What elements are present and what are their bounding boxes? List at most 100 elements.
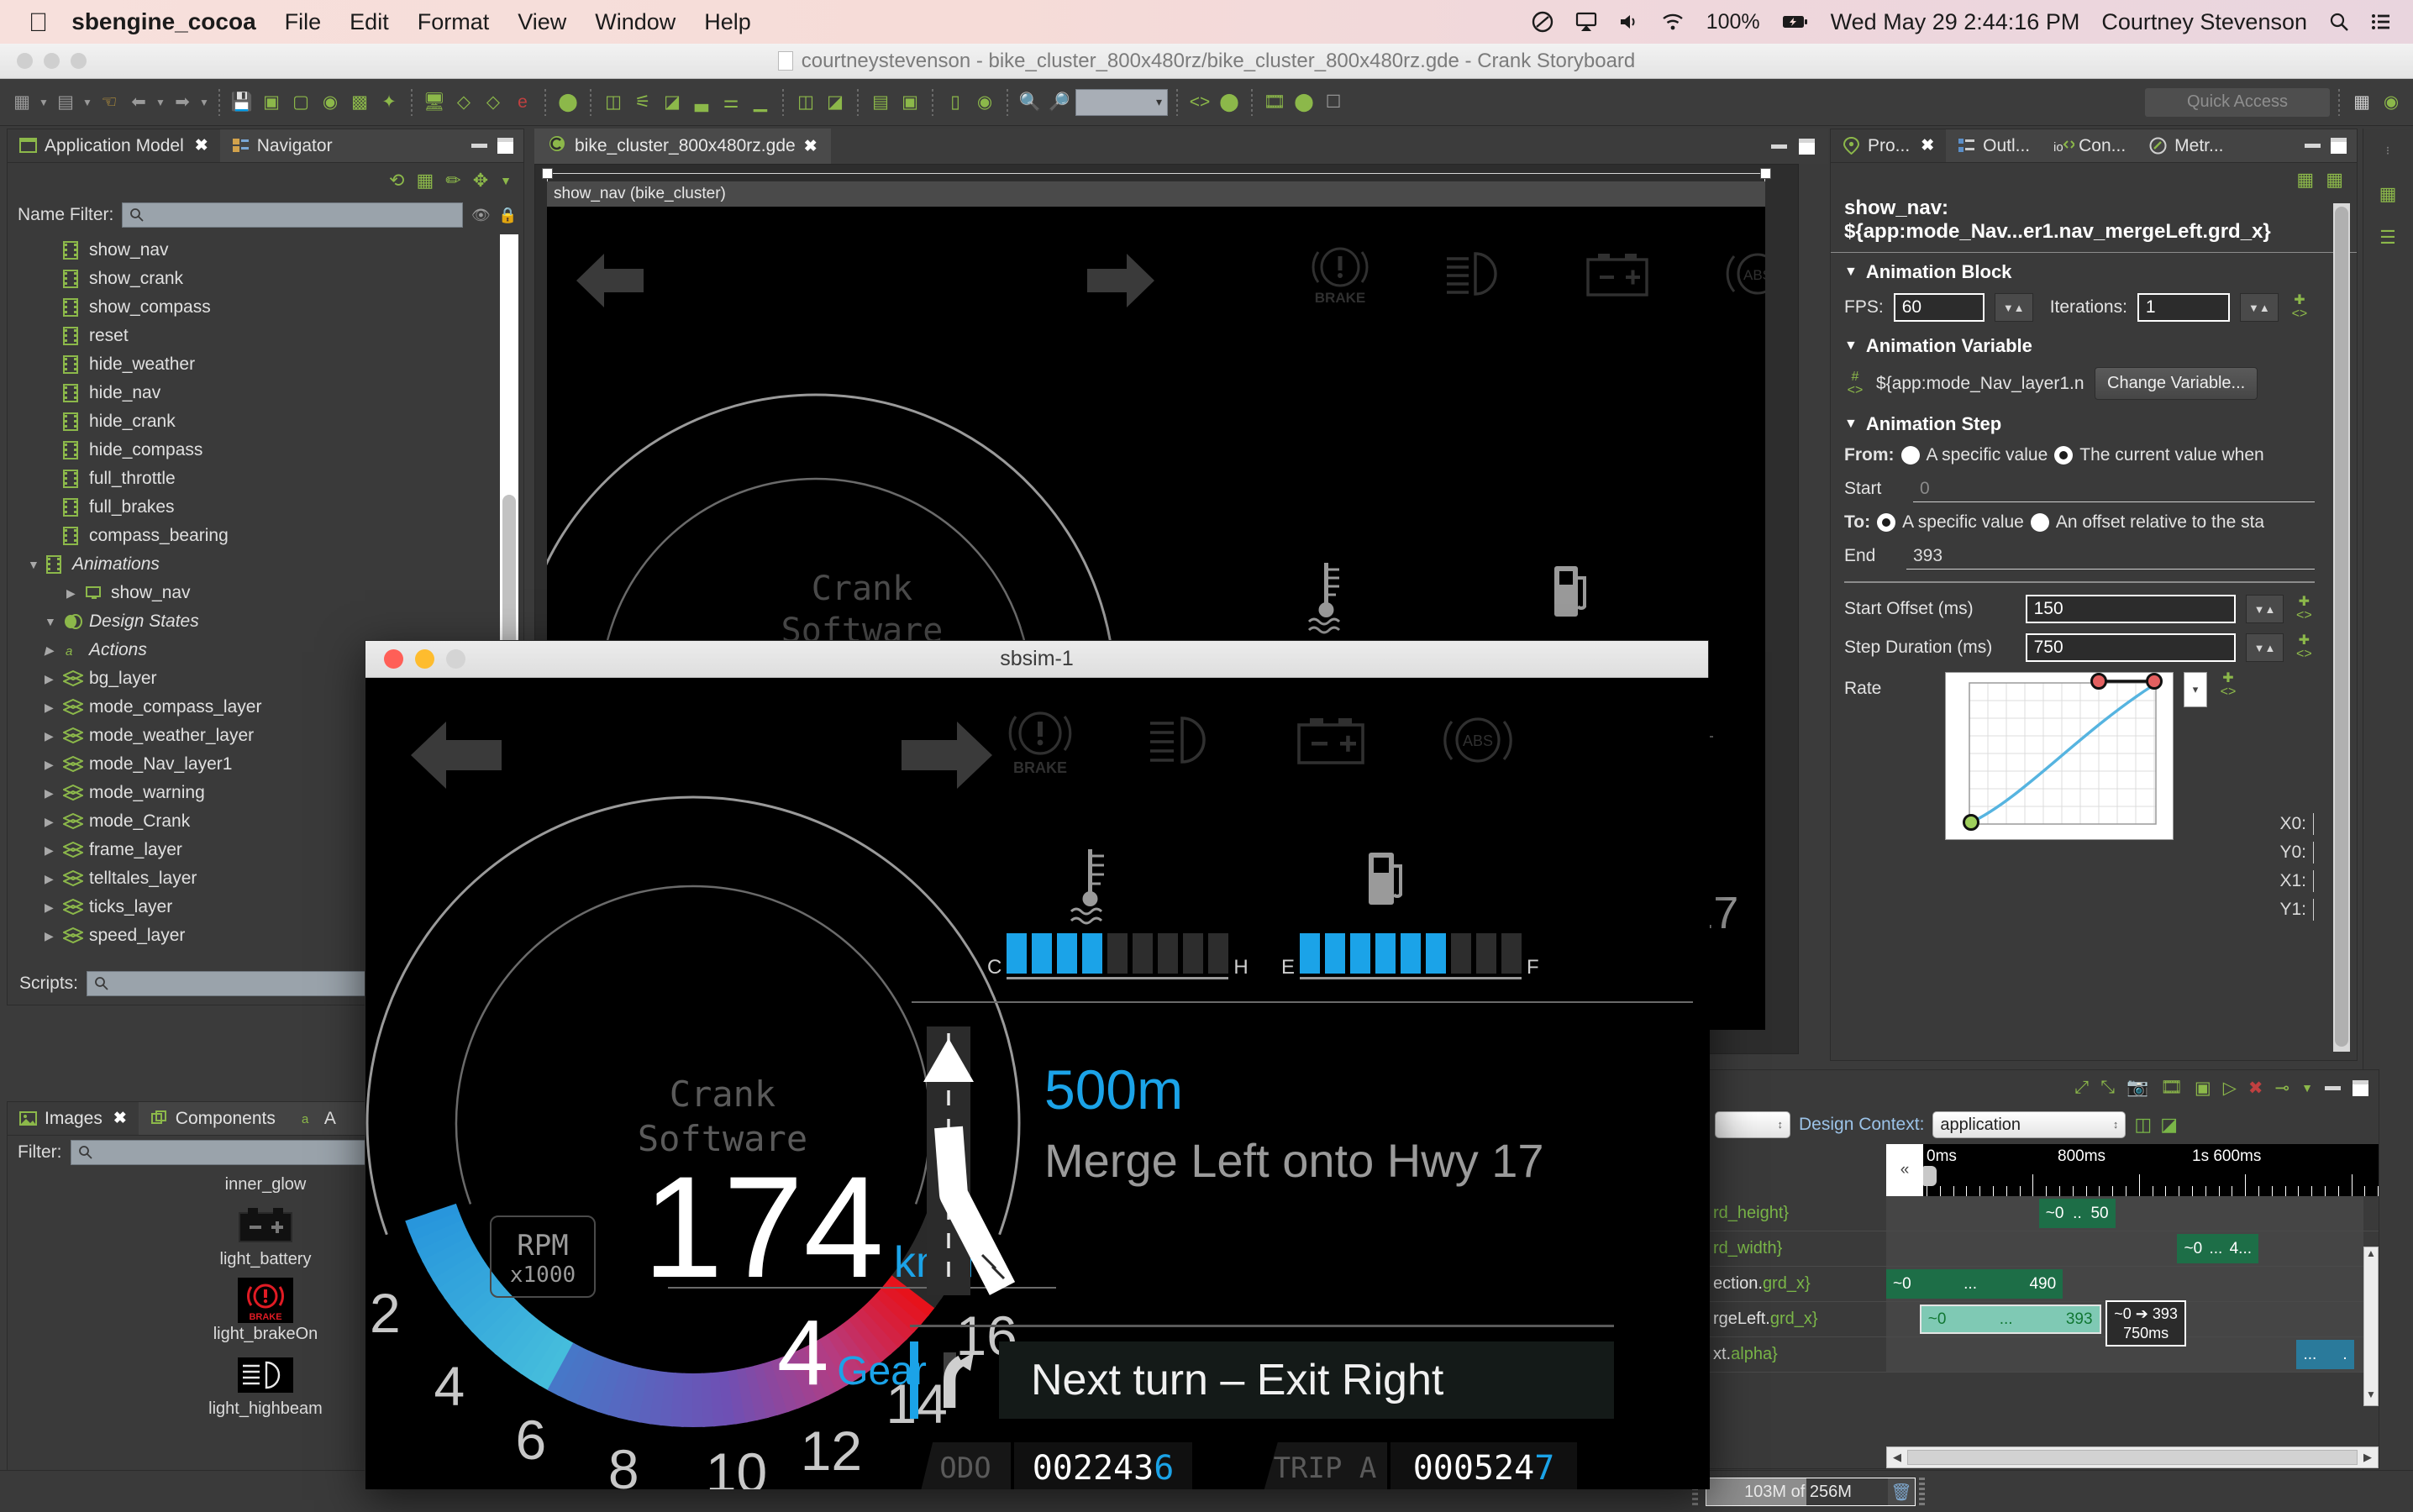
run-simulator-icon[interactable]: ⬤ bbox=[555, 87, 581, 118]
iterations-stepper[interactable]: ▼▲ bbox=[2239, 293, 2279, 322]
tab-properties[interactable]: Pro... ✖ bbox=[1831, 129, 1947, 162]
trash-icon[interactable]: 🗑 bbox=[1888, 1478, 1915, 1505]
maximize-panel-icon[interactable] bbox=[497, 138, 513, 154]
collapse-triangle-icon[interactable]: ▼ bbox=[1844, 265, 1858, 280]
distribute-vertical-icon[interactable]: ◪ bbox=[822, 87, 849, 118]
fps-stepper[interactable]: ▼▲ bbox=[1994, 293, 2033, 322]
close-icon[interactable]: ✖ bbox=[804, 137, 817, 156]
tab-actions[interactable]: a A bbox=[287, 1102, 348, 1135]
layer-icon[interactable]: ◇ bbox=[450, 87, 477, 118]
search-icon[interactable] bbox=[2329, 12, 2349, 32]
minimize-panel-icon[interactable] bbox=[2305, 144, 2321, 148]
tree-item-show_crank[interactable]: show_crank bbox=[8, 265, 523, 293]
align-top-icon[interactable]: ▃ bbox=[688, 87, 715, 118]
dropbox-icon[interactable] bbox=[1532, 11, 1553, 33]
link-selection-icon[interactable]: ▦ bbox=[416, 170, 434, 192]
forward-arrow-icon[interactable]: ➡ bbox=[169, 87, 196, 118]
link-icon[interactable]: ▦ bbox=[2296, 169, 2314, 191]
move-icon[interactable]: ✥ bbox=[473, 170, 488, 192]
keyframe-block[interactable]: ~0.. 50 bbox=[2038, 1199, 2116, 1228]
keyframe-block[interactable]: ~0... 393 bbox=[1919, 1305, 2101, 1334]
scroll-down-arrow-icon[interactable]: ▼ bbox=[2364, 1389, 2378, 1405]
keyframe-block[interactable]: ~0... 490 bbox=[1886, 1269, 2063, 1299]
tree-item-hide_nav[interactable]: hide_nav bbox=[8, 379, 523, 407]
fps-input[interactable]: 60 bbox=[1893, 293, 1985, 322]
menu-help[interactable]: Help bbox=[704, 9, 751, 35]
tree-item-hide_weather[interactable]: hide_weather bbox=[8, 350, 523, 379]
minimize-panel-icon[interactable] bbox=[471, 144, 487, 148]
align-right-icon[interactable]: ◪ bbox=[2160, 1114, 2178, 1136]
forward-dropdown-icon[interactable]: ▼ bbox=[198, 87, 210, 118]
selection-handle-topleft[interactable] bbox=[542, 168, 553, 179]
error-marker-icon[interactable]: e bbox=[509, 87, 536, 118]
align-center-icon[interactable]: ⚟ bbox=[629, 87, 656, 118]
code-circle-icon[interactable]: ⬤ bbox=[1216, 87, 1243, 118]
design-context-select[interactable]: application ↕ bbox=[1932, 1111, 2126, 1138]
distribute-horizontal-icon[interactable]: ◫ bbox=[792, 87, 819, 118]
add-variable-icon[interactable]: ▩ bbox=[346, 87, 373, 118]
open-dropdown-icon[interactable]: ▼ bbox=[81, 87, 93, 118]
disclosure-triangle-icon[interactable]: ▶ bbox=[45, 900, 63, 915]
close-icon[interactable]: ✖ bbox=[1921, 136, 1934, 155]
perspective-designer-icon[interactable]: ▦ bbox=[2348, 87, 2375, 118]
tab-gde-editor[interactable]: bike_cluster_800x480rz.gde ✖ bbox=[534, 129, 831, 164]
main-toolbar[interactable]: ▦ ▼ ▤ ▼ ☜ ⬅ ▼ ➡ ▼ 💾 ▣ ▢ ◉ ▩ ✦ 🖥 ◇ ◇ e ⬤ … bbox=[0, 79, 2413, 126]
editor-tabbar[interactable]: bike_cluster_800x480rz.gde ✖ bbox=[534, 129, 1828, 164]
quick-access-input[interactable]: Quick Access bbox=[2145, 87, 2330, 117]
menubar-app-name[interactable]: sbengine_cocoa bbox=[71, 8, 255, 35]
add-animation-icon[interactable]: 🎞 bbox=[2160, 1078, 2183, 1098]
tree-item-full_brakes[interactable]: full_brakes bbox=[8, 493, 523, 522]
disclosure-triangle-icon[interactable]: ▶ bbox=[45, 929, 63, 943]
battery-icon[interactable] bbox=[1782, 13, 1809, 30]
edit-icon[interactable]: ✏ bbox=[445, 170, 460, 192]
animation-select[interactable]: ↕ bbox=[1715, 1111, 1790, 1138]
rate-field-input[interactable] bbox=[2313, 899, 2318, 921]
scroll-right-arrow-icon[interactable]: ▶ bbox=[2358, 1451, 2378, 1464]
animation-variable-section[interactable]: ▼ Animation Variable bbox=[1831, 327, 2328, 362]
timeline-track[interactable]: ~0.. 50 bbox=[1886, 1196, 2363, 1231]
tree-item-Design States[interactable]: ▼ Design States bbox=[8, 607, 523, 636]
disclosure-triangle-icon[interactable]: ▶ bbox=[45, 701, 63, 715]
menu-file[interactable]: File bbox=[285, 9, 322, 35]
open-application-icon[interactable]: ▤ bbox=[52, 87, 79, 118]
wifi-icon[interactable] bbox=[1661, 13, 1685, 31]
step-duration-input[interactable]: 750 bbox=[2025, 633, 2237, 662]
tab-connections[interactable]: io Con... bbox=[2042, 129, 2137, 162]
rate-field-input[interactable] bbox=[2313, 813, 2318, 835]
from-current-radio[interactable] bbox=[2054, 446, 2074, 465]
properties-tabbar[interactable]: Pro... ✖ Outl... io Con... Metr... bbox=[1831, 129, 2357, 163]
rate-curve-editor[interactable] bbox=[1945, 672, 2174, 840]
record-animation-icon[interactable]: ⬤ bbox=[1291, 87, 1317, 118]
rate-field-input[interactable] bbox=[2313, 842, 2318, 864]
add-binding-icon[interactable]: ✚ <> bbox=[2217, 672, 2239, 699]
align-right-icon[interactable]: ◪ bbox=[659, 87, 686, 118]
rate-type-dropdown[interactable]: ▾ bbox=[2184, 672, 2207, 707]
keyframe-block[interactable]: ~0... 4... bbox=[2177, 1234, 2259, 1263]
menu-format[interactable]: Format bbox=[418, 9, 490, 35]
disclosure-triangle-icon[interactable]: ▶ bbox=[45, 672, 63, 686]
zoom-in-icon[interactable]: 🔍 bbox=[1017, 87, 1044, 118]
step-duration-stepper[interactable]: ▼▲ bbox=[2246, 633, 2284, 662]
play-animation-icon[interactable]: ▷ bbox=[2223, 1078, 2237, 1099]
tree-item-Animations[interactable]: ▼ Animations bbox=[8, 550, 523, 579]
memory-widget[interactable]: 103M of 256M 🗑 bbox=[1706, 1478, 1916, 1506]
scroll-left-arrow-icon[interactable]: ◀ bbox=[1887, 1451, 1907, 1464]
view-menu-icon[interactable]: ▼ bbox=[500, 174, 512, 187]
align-left-icon[interactable]: ◫ bbox=[2134, 1114, 2152, 1136]
tab-outline[interactable]: Outl... bbox=[1946, 129, 2042, 162]
animation-block-section[interactable]: ▼ Animation Block bbox=[1831, 253, 2328, 288]
minimize-panel-icon[interactable] bbox=[2325, 1085, 2341, 1090]
animation-filmstrip-icon[interactable]: 🎞 bbox=[1261, 87, 1288, 118]
menu-edit[interactable]: Edit bbox=[350, 9, 389, 35]
back-arrow-icon[interactable]: ⬅ bbox=[125, 87, 152, 118]
properties-view-icon[interactable]: ☰ bbox=[2363, 216, 2412, 260]
from-specific-radio[interactable] bbox=[1900, 446, 1920, 465]
to-offset-radio[interactable] bbox=[2030, 513, 2049, 532]
tab-navigator[interactable]: Navigator bbox=[220, 129, 344, 162]
rate-xy-fields[interactable]: X0: Y0: X1: Y1: bbox=[2279, 810, 2318, 924]
change-variable-button[interactable]: Change Variable... bbox=[2095, 367, 2258, 400]
align-bottom-icon[interactable]: ▁ bbox=[747, 87, 774, 118]
tree-item-hide_crank[interactable]: hide_crank bbox=[8, 407, 523, 436]
new-application-dropdown-icon[interactable]: ▼ bbox=[38, 87, 50, 118]
timeline-horizontal-scrollbar[interactable]: ◀ ▶ bbox=[1886, 1446, 2379, 1468]
